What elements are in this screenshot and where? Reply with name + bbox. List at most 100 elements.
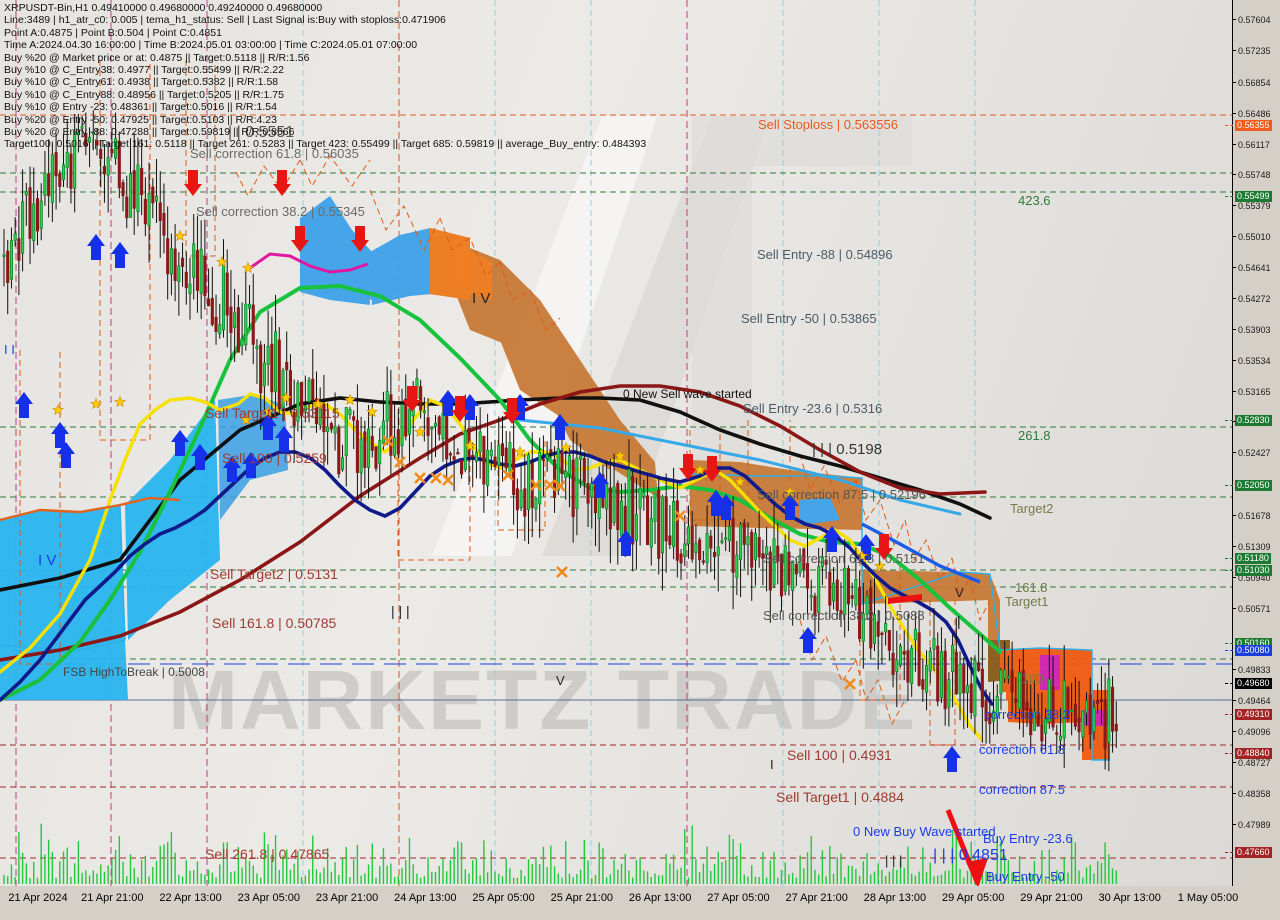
annotation-sell-target2-left: Sell Target2 | 0.5131 [210,566,338,582]
chart-info-line: Target100: 0.5016 || Target 161: 0.5118 … [4,138,647,151]
annotation-level-2618: 261.8 [1018,428,1051,443]
pivot-star [114,395,126,408]
price-tick: 0.51309 [1233,542,1271,552]
price-tick: 0.48358 [1233,789,1271,799]
annotation-sell-100-right: Sell 100 | 0.4931 [787,747,892,763]
price-tick: 0.52427 [1233,448,1271,458]
price-label-stub [1225,683,1233,685]
annotation-wave-marker-5198: | | | 0.5198 [812,441,883,458]
annotation-sell-correction-382-mid: Sell correction 38.2 | 0.5088 [763,608,925,623]
buy-arrow [111,242,129,268]
price-tick: 0.49096 [1233,727,1271,737]
buy-arrow [15,392,33,418]
price-label-target[interactable]: 0.55499 [1235,191,1272,203]
annotation-fsb-hightobreak: FSB HighToBreak | 0.5008 [63,665,205,679]
annotation-roman-i-mid: I [770,757,774,772]
annotation-roman-iv-mid: I V [472,290,491,307]
annotation-roman-iv-left: I V [38,552,57,569]
price-label-sell[interactable]: 0.49310 [1235,709,1272,721]
time-axis[interactable]: 21 Apr 2024 21 Apr 21:00 22 Apr 13:00 23 Ap… [0,886,1280,920]
price-tick: 0.55379 [1233,201,1271,211]
price-tick: 0.57604 [1233,15,1271,25]
annotation-roman-i-lower: I [957,613,961,628]
time-tick: 25 Apr 21:00 [550,892,614,904]
annotation-roman-v-mid: V [556,673,565,688]
time-tick: 23 Apr 05:00 [237,892,300,904]
time-tick: 26 Apr 13:00 [628,892,692,904]
price-label-stoploss[interactable]: 0.56355 [1235,119,1272,131]
price-tick: 0.47989 [1233,820,1271,830]
time-tick: 29 Apr 05:00 [941,892,1005,904]
annotation-correction-382-right: correction 38.2 [984,707,1070,722]
time-tick: 21 Apr 21:00 [81,892,144,904]
price-label-stub [1225,753,1233,755]
price-tick: 0.51678 [1233,511,1271,521]
annotation-roman-v-right: V [955,585,964,600]
cross-marker [556,566,568,578]
annotation-sell-entry-50: Sell Entry -50 | 0.53865 [741,311,877,326]
time-tick: 24 Apr 13:00 [394,892,457,904]
annotation-buy-entry-236: Buy Entry -23.6 [983,831,1073,846]
time-tick: 27 Apr 21:00 [785,892,848,904]
price-tick: 0.55748 [1233,170,1271,180]
chart-info-line: XRPUSDT-Bin,H1 0.49410000 0.49680000 0.4… [4,2,323,14]
cross-marker [414,472,426,484]
price-label-stub [1225,649,1233,651]
price-label-sell[interactable]: 0.48840 [1235,748,1272,760]
trading-chart-window: MARKETZ TRADE Sell Stoploss | 0.563556 4… [0,0,1280,920]
annotation-sell-entry-88: Sell Entry -88 | 0.54896 [757,247,893,262]
annotation-sell-entry-236: Sell Entry -23.6 | 0.5316 [743,401,883,416]
price-label-target[interactable]: 0.51030 [1235,565,1272,577]
chart-info-line: Line:3489 | h1_atr_c0: 0.005 | tema_h1_s… [4,14,446,27]
chart-info-line: Buy %20 @ Entry -88: 0.47288 || Target:0… [4,125,295,138]
price-label-target[interactable]: 0.51180 [1235,552,1271,564]
price-tick: 0.53903 [1233,325,1271,335]
annotation-sell-2618-bottom: Sell 261.8 | 0.47865 [205,846,330,862]
chart-info-line: Buy %20 @ Market price or at: 0.4875 || … [4,51,310,64]
price-tick: 0.53165 [1233,387,1271,397]
cross-marker [394,456,406,468]
time-tick: 29 Apr 21:00 [1020,892,1083,904]
annotation-sell-stoploss: Sell Stoploss | 0.563556 [758,117,898,132]
price-tick: 0.56486 [1233,109,1271,119]
price-label-target[interactable]: 0.52050 [1235,479,1272,491]
cross-marker [844,678,856,690]
price-tick: 0.57235 [1233,46,1271,56]
price-label-stub [1225,557,1233,559]
buy-arrow [943,746,961,772]
pivot-star [414,425,426,438]
buy-arrow [799,627,817,653]
chart-info-line: Buy %10 @ Entry -23: 0.48361 || Target:0… [4,101,277,114]
annotation-correction-875-right: correction 87.5 [979,782,1065,797]
annotation-wave-marker-4851: | | | 0.4851 [933,847,1008,864]
annotation-sell-1618-left: Sell 161.8 | 0.50785 [212,615,337,631]
price-label-stub [1225,714,1233,716]
time-tick: 21 Apr 2024 [8,892,68,904]
annotation-sell-target1-left: Sell Target1 | 0.53115 [205,405,340,421]
sell-arrow [184,170,202,196]
annotation-roman-ii-left: I I [4,342,15,357]
annotation-roman-iii-mid: | | | [391,603,410,619]
annotation-new-sell-wave: 0 New Sell wave started [623,387,752,401]
price-label-target[interactable]: 0.52830 [1235,414,1272,426]
annotation-sell-correction-875-mid: Sell correction 87.5 | 0.52196 [757,487,926,502]
price-label-stub [1225,124,1233,126]
price-label-stub [1225,484,1233,486]
chart-info-line: Buy %10 @ C_Entry61: 0.4938 || Target:0.… [4,76,279,89]
price-label-stub [1225,419,1233,421]
time-tick: 25 Apr 05:00 [472,892,535,904]
price-label-sell[interactable]: 0.47660 [1235,847,1272,859]
buy-arrow [87,234,105,260]
chart-info-line: Time A:2024.04.30 16:00:00 | Time B:2024… [4,39,418,52]
chart-plot-area[interactable]: MARKETZ TRADE Sell Stoploss | 0.563556 4… [0,0,1233,887]
price-axis[interactable]: 0.57604 0.57235 0.56854 0.56486 0.56117 0.557… [1225,0,1280,886]
price-label-stub [1225,642,1233,644]
price-label-stub [1225,570,1233,572]
time-tick: 22 Apr 13:00 [159,892,222,904]
price-label-level[interactable]: 0.50080 [1235,644,1272,656]
price-tick: 0.56117 [1233,140,1270,150]
annotation-buy-entry-50: Buy Entry -50 [986,869,1065,884]
cross-marker [430,472,442,484]
annotation-level-100: 100 [1022,671,1044,686]
price-label-last-price[interactable]: 0.49680 [1235,678,1272,690]
